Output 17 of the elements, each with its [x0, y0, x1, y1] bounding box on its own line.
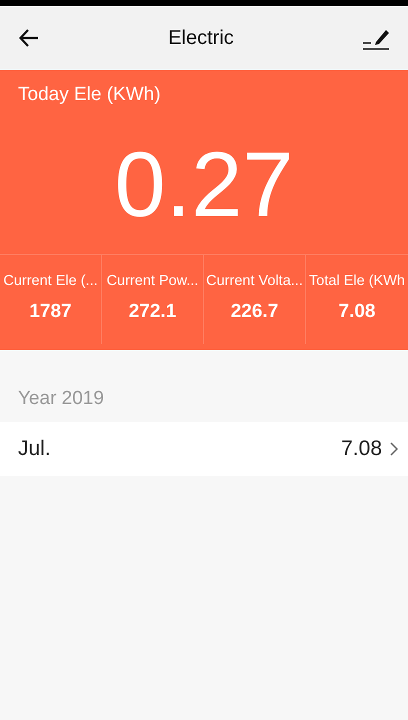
- stat-value: 272.1: [128, 301, 176, 323]
- year-heading: Year 2019: [17, 388, 105, 411]
- stat-value: 226.7: [230, 301, 278, 323]
- chevron-right-icon: [390, 442, 398, 456]
- month-value: 7.08: [341, 437, 382, 461]
- month-label: Jul.: [18, 437, 52, 461]
- stat-value: 7.08: [338, 301, 376, 323]
- back-arrow-icon: [18, 27, 40, 49]
- stat-label: Total Ele (KWh: [309, 273, 405, 289]
- stat-label: Current Ele (...: [3, 273, 98, 289]
- stat-value: 1787: [29, 301, 72, 323]
- screen-title: Electric: [168, 26, 234, 50]
- stat-label: Current Pow...: [106, 273, 198, 289]
- today-label: Today Ele (KWh): [17, 83, 162, 107]
- month-row[interactable]: Jul. 7.08: [0, 422, 408, 476]
- stat-label: Current Volta...: [206, 273, 303, 289]
- today-value: 0.27: [113, 133, 295, 238]
